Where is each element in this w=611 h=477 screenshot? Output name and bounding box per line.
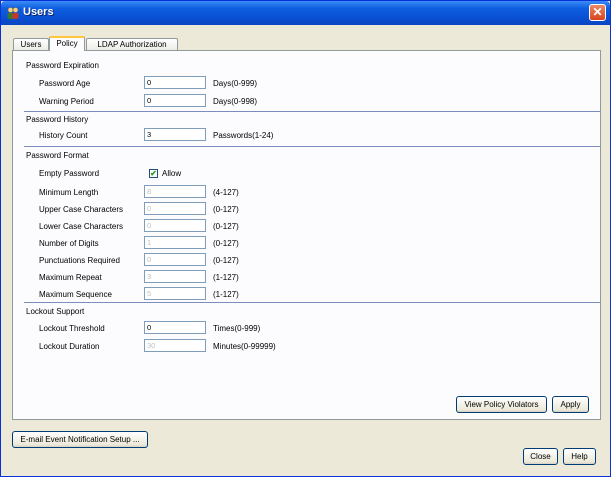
maximum-repeat-label: Maximum Repeat (39, 273, 102, 282)
view-policy-violators-button[interactable]: View Policy Violators (456, 396, 547, 413)
history-count-unit: Passwords(1-24) (213, 131, 274, 140)
help-button[interactable]: Help (563, 448, 596, 465)
warning-period-unit: Days(0-998) (213, 97, 258, 106)
maximum-sequence-range: (1-127) (213, 290, 239, 299)
password-age-unit: Days(0-999) (213, 79, 258, 88)
policy-panel: Password Expiration Password Age 0 Days(… (12, 50, 601, 420)
email-notification-setup-button[interactable]: E-mail Event Notification Setup ... (12, 431, 148, 448)
number-of-digits-label: Number of Digits (39, 239, 99, 248)
password-age-input[interactable]: 0 (144, 76, 206, 89)
lockout-threshold-input[interactable]: 0 (144, 321, 206, 334)
punctuations-range: (0-127) (213, 256, 239, 265)
section-divider (24, 146, 601, 147)
allow-label: Allow (162, 169, 182, 178)
history-count-input[interactable]: 3 (144, 128, 206, 141)
password-history-title: Password History (26, 115, 89, 124)
history-count-label: History Count (39, 131, 88, 140)
close-button[interactable]: Close (523, 448, 558, 465)
upper-case-label: Upper Case Characters (39, 205, 124, 214)
warning-period-input[interactable]: 0 (144, 94, 206, 107)
window-close-button[interactable]: ✕ (589, 4, 606, 21)
minimum-length-label: Minimum Length (39, 188, 99, 197)
lockout-duration-label: Lockout Duration (39, 342, 100, 351)
tab-policy[interactable]: Policy (49, 36, 85, 51)
lower-case-range: (0-127) (213, 222, 239, 231)
section-divider (24, 302, 601, 303)
empty-password-label: Empty Password (39, 169, 100, 178)
punctuations-label: Punctuations Required (39, 256, 120, 265)
upper-case-input[interactable]: 0 (144, 202, 206, 215)
lockout-duration-unit: Minutes(0-99999) (213, 342, 276, 351)
section-divider (24, 111, 601, 112)
lockout-threshold-unit: Times(0-999) (213, 324, 261, 333)
maximum-repeat-input[interactable]: 3 (144, 270, 206, 283)
maximum-repeat-range: (1-127) (213, 273, 239, 282)
users-window: Users ✕ Users Policy LDAP Authorization … (0, 0, 611, 477)
lower-case-label: Lower Case Characters (39, 222, 124, 231)
punctuations-input[interactable]: 0 (144, 253, 206, 266)
allow-empty-password-checkbox[interactable]: ✔ (149, 169, 158, 178)
number-of-digits-range: (0-127) (213, 239, 239, 248)
minimum-length-input[interactable]: 8 (144, 185, 206, 198)
lockout-threshold-label: Lockout Threshold (39, 324, 105, 333)
warning-period-label: Warning Period (39, 97, 94, 106)
tab-users[interactable]: Users (13, 38, 49, 50)
tab-ldap-authorization[interactable]: LDAP Authorization (86, 38, 178, 50)
password-expiration-title: Password Expiration (26, 61, 99, 70)
users-icon (7, 7, 19, 19)
apply-button[interactable]: Apply (552, 396, 589, 413)
number-of-digits-input[interactable]: 1 (144, 236, 206, 249)
lower-case-input[interactable]: 0 (144, 219, 206, 232)
upper-case-range: (0-127) (213, 205, 239, 214)
maximum-sequence-input[interactable]: 5 (144, 287, 206, 300)
maximum-sequence-label: Maximum Sequence (39, 290, 112, 299)
password-format-title: Password Format (26, 151, 89, 160)
lockout-support-title: Lockout Support (26, 307, 85, 316)
window-title: Users (23, 6, 54, 18)
minimum-length-range: (4-127) (213, 188, 239, 197)
password-age-label: Password Age (39, 79, 91, 88)
lockout-duration-input[interactable]: 30 (144, 339, 206, 352)
title-bar[interactable]: Users ✕ (1, 1, 610, 25)
